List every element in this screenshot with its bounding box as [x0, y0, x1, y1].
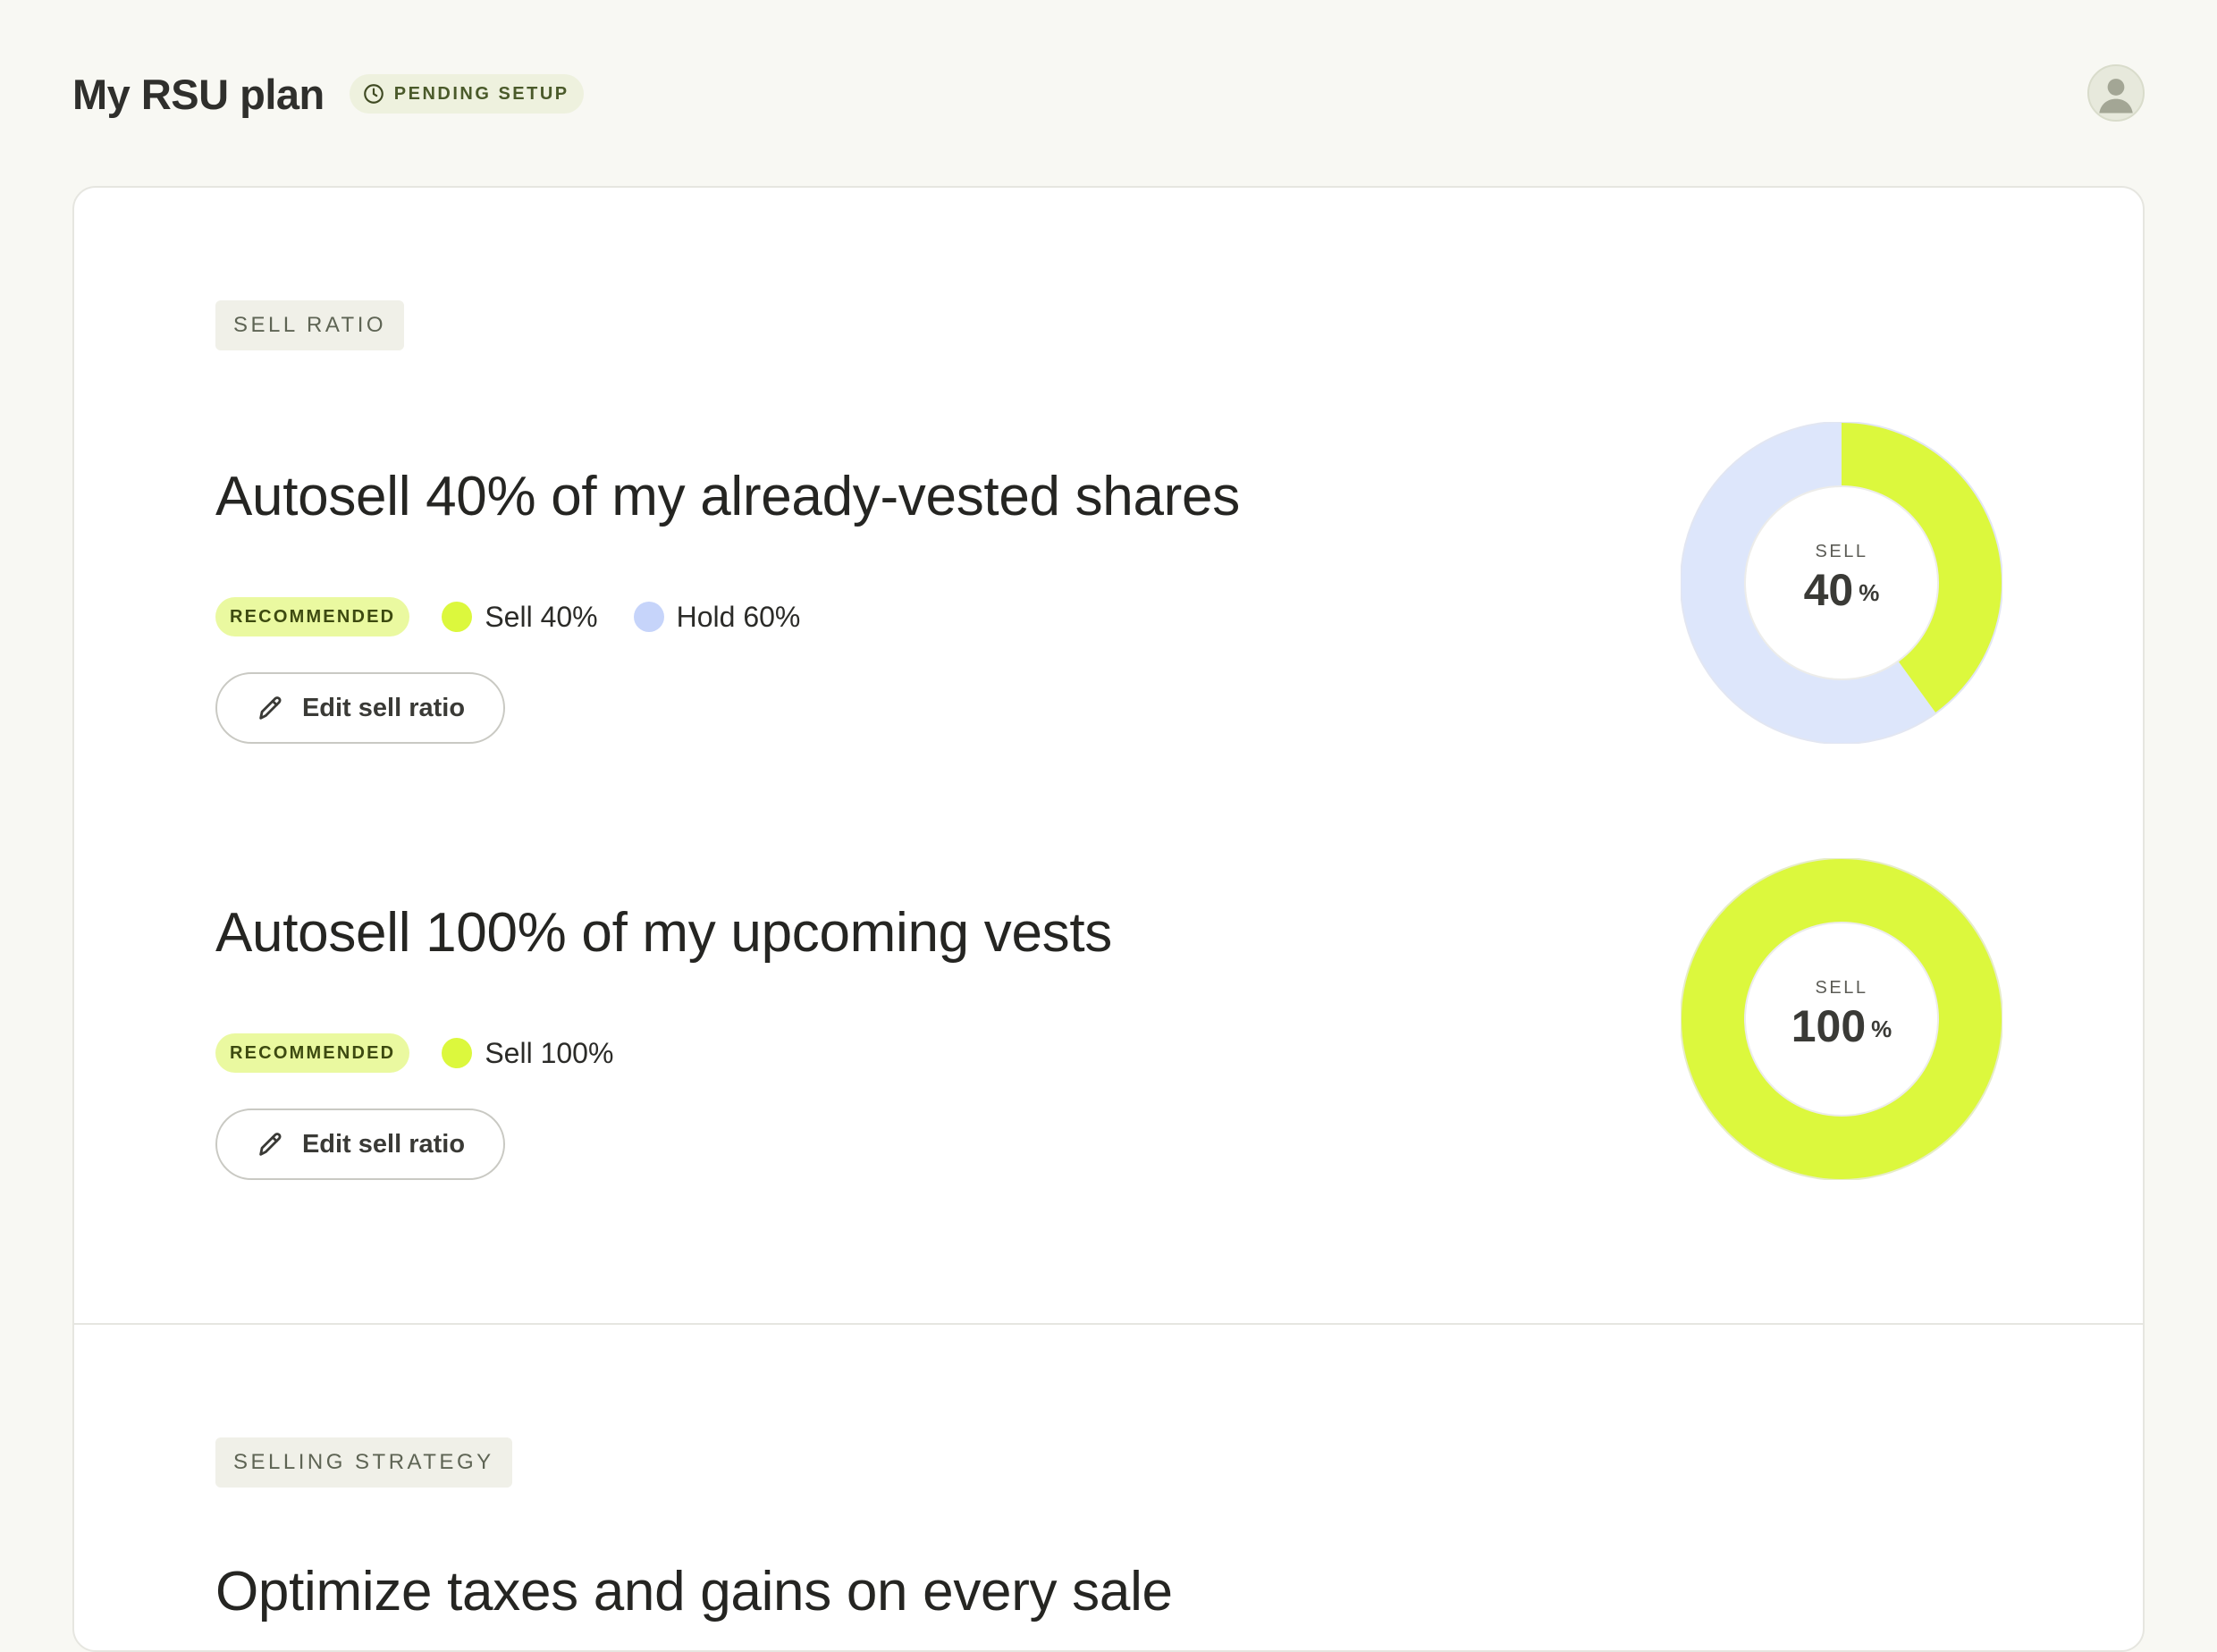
- user-avatar-icon[interactable]: [2087, 64, 2145, 122]
- edit-sell-ratio-label: Edit sell ratio: [301, 693, 466, 722]
- legend-sell-label: Sell 40%: [485, 600, 598, 633]
- section-divider: [74, 1323, 2143, 1325]
- edit-sell-ratio-label: Edit sell ratio: [301, 1129, 466, 1159]
- pencil-icon: [256, 1129, 286, 1159]
- status-badge: PENDING SETUP: [349, 74, 584, 114]
- sell-dot-icon: [442, 602, 473, 632]
- recommended-badge: RECOMMENDED: [215, 1033, 410, 1073]
- legend-sell: Sell 100%: [442, 1037, 613, 1070]
- edit-sell-ratio-button[interactable]: Edit sell ratio: [215, 1108, 505, 1180]
- plan-legend-upcoming: RECOMMENDED Sell 100%: [215, 1031, 613, 1075]
- legend-hold: Hold 60%: [633, 600, 801, 634]
- sell-ratio-donut-vested: SELL 40%: [1681, 422, 2002, 744]
- selling-strategy-tag: SELLING STRATEGY: [215, 1437, 512, 1488]
- legend-sell-label: Sell 100%: [485, 1036, 614, 1069]
- recommended-badge: RECOMMENDED: [215, 597, 410, 636]
- rsu-plan-card: SELL RATIO Autosell 40% of my already-ve…: [72, 186, 2145, 1652]
- plan-title-upcoming: Autosell 100% of my upcoming vests: [215, 902, 1112, 964]
- sell-dot-icon: [442, 1038, 473, 1068]
- page-header: My RSU plan PENDING SETUP: [72, 63, 2145, 125]
- page-title: My RSU plan: [72, 70, 325, 118]
- clock-icon: [362, 82, 385, 105]
- hold-dot-icon: [633, 602, 664, 632]
- status-badge-label: PENDING SETUP: [393, 83, 569, 104]
- legend-hold-label: Hold 60%: [676, 600, 801, 633]
- edit-sell-ratio-button[interactable]: Edit sell ratio: [215, 672, 505, 744]
- sell-ratio-donut-upcoming: SELL 100%: [1681, 858, 2002, 1180]
- plan-legend-vested: RECOMMENDED Sell 40% Hold 60%: [215, 594, 800, 639]
- plan-title-vested: Autosell 40% of my already-vested shares: [215, 466, 1240, 527]
- sell-ratio-tag: SELL RATIO: [215, 300, 405, 350]
- selling-strategy-title: Optimize taxes and gains on every sale: [215, 1561, 1173, 1622]
- pencil-icon: [256, 693, 286, 723]
- legend-sell: Sell 40%: [442, 600, 598, 634]
